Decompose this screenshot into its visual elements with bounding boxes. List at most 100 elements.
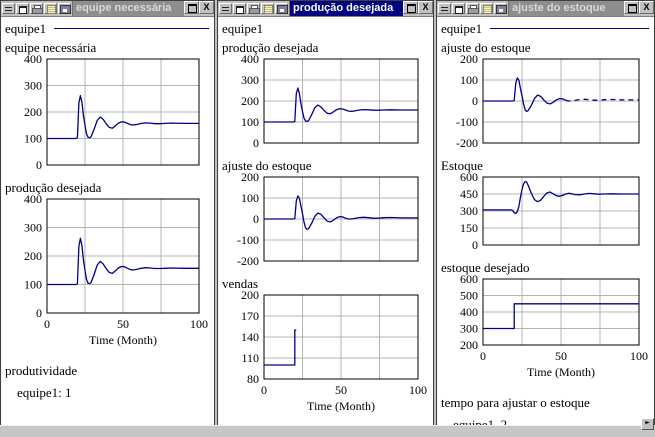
svg-text:50: 50 <box>117 317 129 331</box>
legend-line-swatch <box>490 28 649 29</box>
svg-text:200: 200 <box>24 105 42 119</box>
variable-label: tempo para ajustar o estoque <box>439 385 652 411</box>
svg-text:200: 200 <box>241 94 259 108</box>
svg-text:400: 400 <box>24 55 42 66</box>
close-button[interactable]: X <box>639 1 654 14</box>
svg-text:0: 0 <box>480 349 486 363</box>
chart-equipe-necessaria: 4003002001000 <box>3 55 212 178</box>
svg-text:100: 100 <box>460 73 478 87</box>
svg-text:-200: -200 <box>456 136 478 150</box>
maximize-button[interactable] <box>184 1 199 14</box>
print-icon[interactable] <box>466 3 479 14</box>
close-button[interactable]: X <box>418 1 433 14</box>
chart-title: produção desejada <box>220 38 431 55</box>
chart-title: ajuste do estoque <box>439 38 652 55</box>
svg-text:200: 200 <box>460 338 478 352</box>
chart-title: Estoque <box>439 156 652 173</box>
restore-icon[interactable] <box>16 3 29 14</box>
svg-text:170: 170 <box>241 309 259 323</box>
chart-title: estoque desejado <box>439 258 652 275</box>
print-icon[interactable] <box>247 3 260 14</box>
svg-text:0: 0 <box>472 238 478 252</box>
svg-text:100: 100 <box>409 383 427 397</box>
svg-text:400: 400 <box>460 305 478 319</box>
svg-text:100: 100 <box>241 191 259 205</box>
chart-producao-desejada: 4003002001000 <box>220 55 431 156</box>
restore-icon[interactable] <box>452 3 465 14</box>
svg-text:450: 450 <box>460 187 478 201</box>
save-icon[interactable] <box>494 3 507 14</box>
maximize-button[interactable] <box>624 1 639 14</box>
svg-text:300: 300 <box>24 79 42 93</box>
svg-text:400: 400 <box>241 55 259 66</box>
chart-ajuste-do-estoque: 200 100 0 -100 -200 <box>439 55 652 156</box>
svg-text:100: 100 <box>630 349 648 363</box>
legend-row: equipe1 <box>220 18 431 38</box>
graph-window-producao-desejada[interactable]: produção desejada X equipe1 produção des… <box>217 0 434 426</box>
svg-text:0: 0 <box>36 158 42 172</box>
svg-text:0: 0 <box>36 306 42 320</box>
chart-producao-desejada: 4003002001000050100Time (Month) <box>3 195 212 353</box>
titlebar[interactable]: produção desejada X <box>218 1 433 17</box>
svg-text:300: 300 <box>460 322 478 336</box>
window-menu-icon[interactable] <box>219 3 232 14</box>
restore-icon[interactable] <box>233 3 246 14</box>
notepad-icon[interactable] <box>480 3 493 14</box>
print-icon[interactable] <box>30 3 43 14</box>
chart-vendas: 20017014011080050100Time (Month) <box>220 291 431 419</box>
status-strip <box>0 425 655 437</box>
svg-text:200: 200 <box>241 291 259 302</box>
chart-title: produção desejada <box>3 178 212 195</box>
svg-text:500: 500 <box>460 289 478 303</box>
notepad-icon[interactable] <box>44 3 57 14</box>
titlebar[interactable]: ajuste do estoque X <box>437 1 654 17</box>
svg-text:0: 0 <box>472 94 478 108</box>
svg-text:0: 0 <box>253 212 259 226</box>
variable-label: produtividade <box>3 353 212 379</box>
svg-text:0: 0 <box>44 317 50 331</box>
save-icon[interactable] <box>58 3 71 14</box>
close-button[interactable]: X <box>199 1 214 14</box>
graph-window-equipe-necessaria[interactable]: equipe necessária X equipe1 equipe neces… <box>0 0 215 426</box>
svg-text:Time (Month): Time (Month) <box>89 333 157 347</box>
window-title: ajuste do estoque <box>508 1 624 16</box>
svg-text:300: 300 <box>460 204 478 218</box>
window-menu-icon[interactable] <box>438 3 451 14</box>
chart-estoque-desejado: 600500400300200050100Time (Month) <box>439 275 652 385</box>
svg-text:-200: -200 <box>237 254 259 268</box>
titlebar-toolbar <box>218 1 289 16</box>
svg-text:200: 200 <box>460 55 478 66</box>
titlebar-toolbar <box>437 1 508 16</box>
svg-text:0: 0 <box>261 383 267 397</box>
svg-text:-100: -100 <box>456 115 478 129</box>
variable-value: equipe1: 1 <box>3 379 212 401</box>
svg-text:400: 400 <box>24 195 42 206</box>
svg-text:Time (Month): Time (Month) <box>307 399 375 413</box>
maximize-icon <box>628 4 637 13</box>
window-menu-icon[interactable] <box>2 3 15 14</box>
svg-text:600: 600 <box>460 173 478 184</box>
svg-text:0: 0 <box>253 136 259 150</box>
svg-text:140: 140 <box>241 330 259 344</box>
legend-row: equipe1 <box>439 18 652 38</box>
notepad-icon[interactable] <box>261 3 274 14</box>
svg-text:-100: -100 <box>237 233 259 247</box>
maximize-icon <box>407 4 416 13</box>
titlebar[interactable]: equipe necessária X <box>1 1 214 17</box>
window-title: equipe necessária <box>72 1 184 16</box>
legend-label: equipe1 <box>222 21 263 37</box>
svg-text:200: 200 <box>241 173 259 184</box>
svg-text:50: 50 <box>335 383 347 397</box>
chart-title: ajuste do estoque <box>220 156 431 173</box>
titlebar-toolbar <box>1 1 72 16</box>
graph-window-ajuste-do-estoque[interactable]: ajuste do estoque X equipe1 ajuste do es… <box>436 0 655 426</box>
chart-ajuste-do-estoque: 200 100 0 -100 -200 <box>220 173 431 274</box>
svg-text:200: 200 <box>24 249 42 263</box>
svg-text:100: 100 <box>24 278 42 292</box>
save-icon[interactable] <box>275 3 288 14</box>
scroll-right-button[interactable]: ► <box>641 418 654 430</box>
legend-line-swatch <box>54 28 209 29</box>
svg-text:150: 150 <box>460 221 478 235</box>
maximize-button[interactable] <box>403 1 418 14</box>
legend-label: equipe1 <box>441 21 482 37</box>
